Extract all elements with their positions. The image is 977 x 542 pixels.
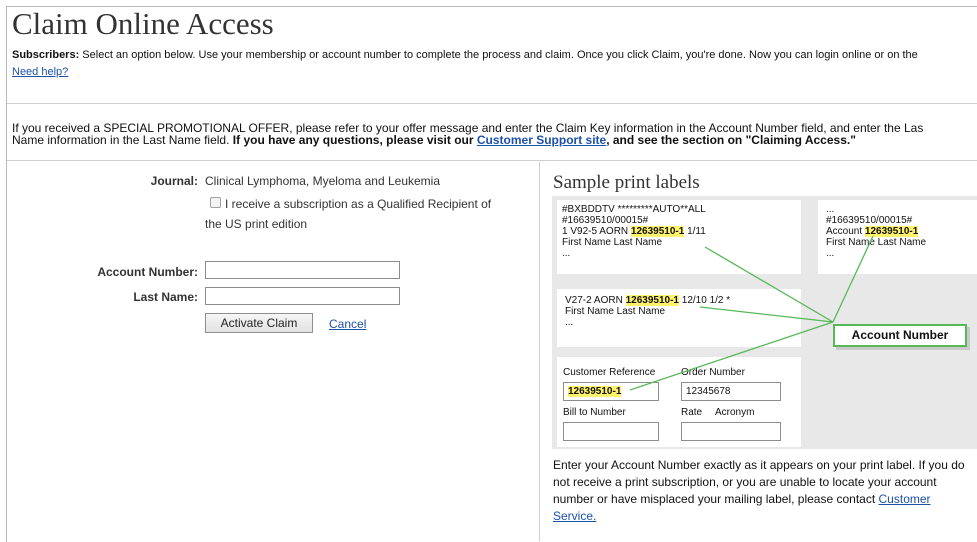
pointer-line — [699, 306, 834, 323]
pointer-line — [704, 246, 834, 323]
pointer-line — [629, 321, 834, 391]
pointer-line — [832, 235, 874, 323]
account-number-instructions: Enter your Account Number exactly as it … — [553, 457, 973, 525]
account-number-callout: Account Number — [833, 324, 967, 347]
